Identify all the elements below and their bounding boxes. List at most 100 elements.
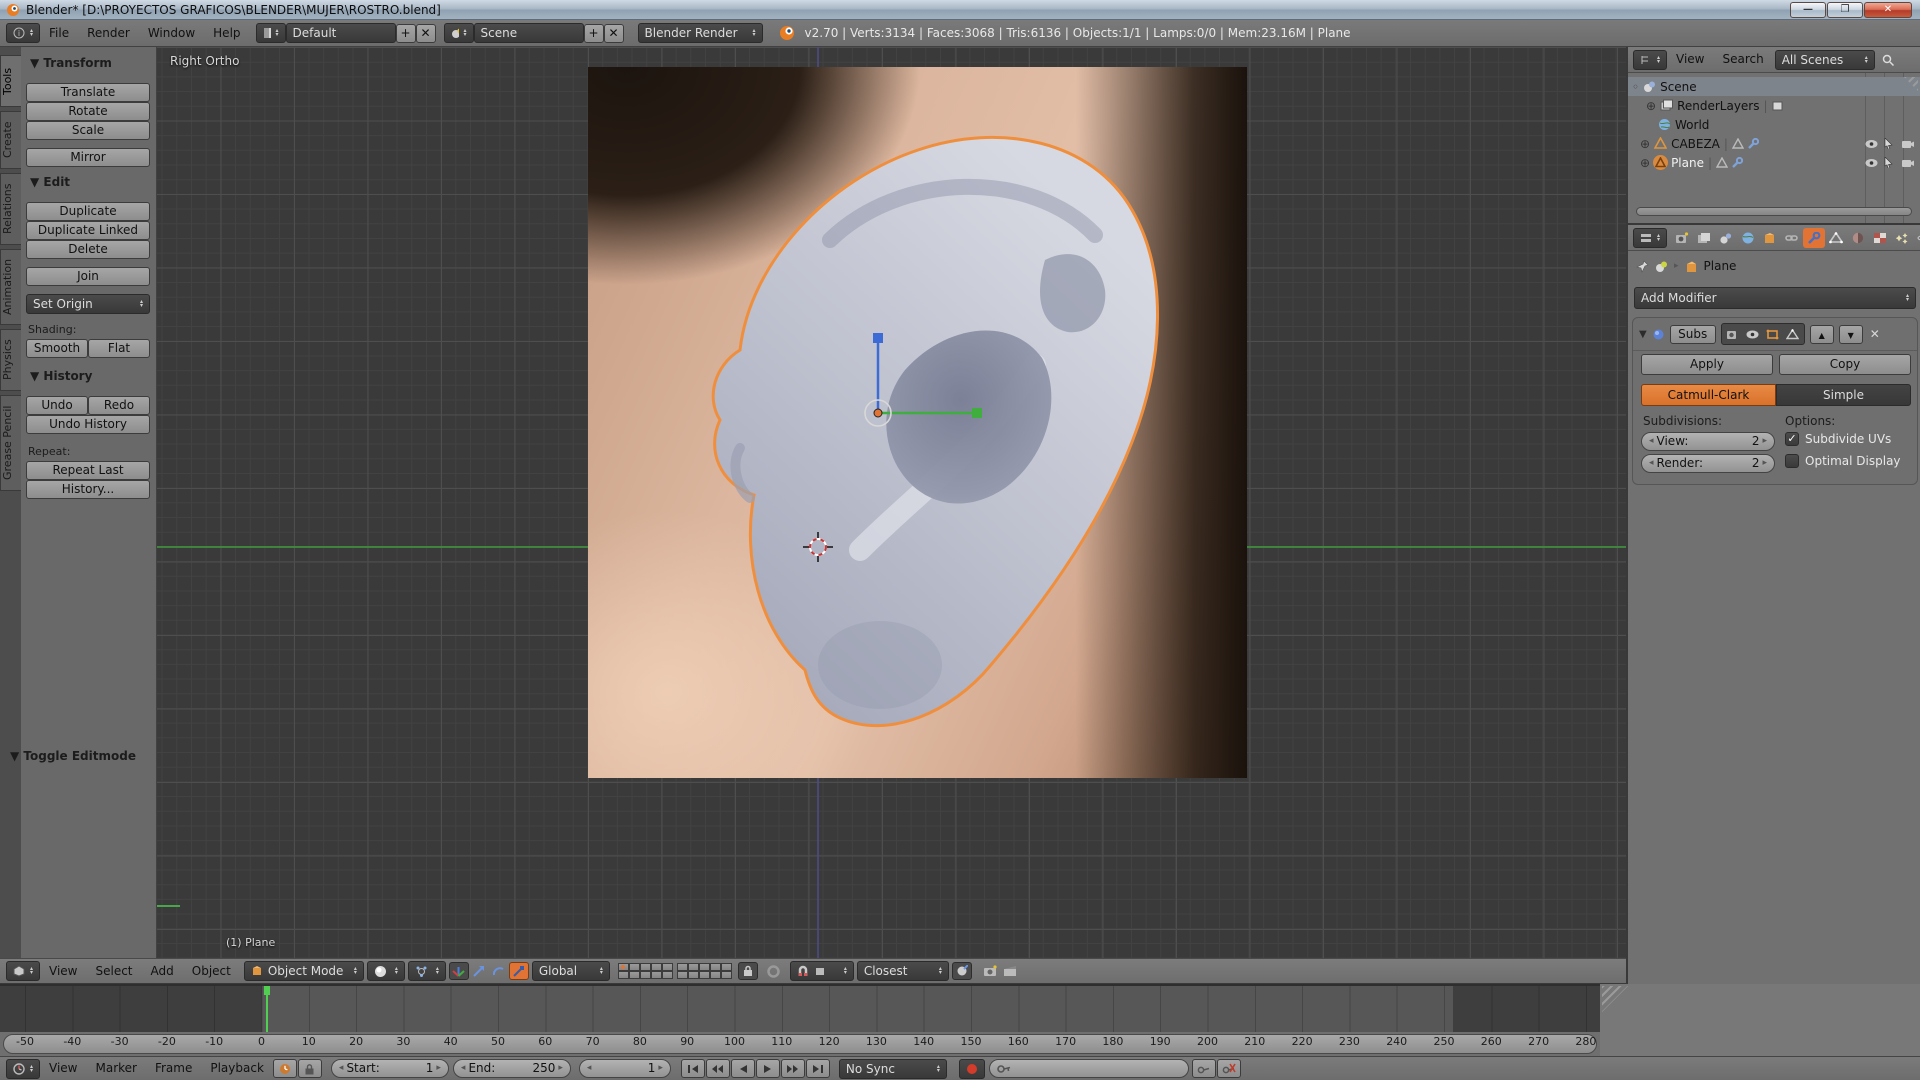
vp-menu-add[interactable]: Add xyxy=(142,959,183,984)
title-bar[interactable]: Blender* [D:\PROYECTOS GRAFICOS\BLENDER\… xyxy=(0,0,1920,20)
duplicate-linked-button[interactable]: Duplicate Linked xyxy=(26,221,150,240)
vp-menu-view[interactable]: View xyxy=(40,959,86,984)
layer-toggle[interactable] xyxy=(640,971,651,979)
lock-to-scene-button[interactable] xyxy=(738,962,758,980)
use-preview-range-button[interactable] xyxy=(273,1059,297,1078)
modifier-render-toggle[interactable] xyxy=(1723,325,1743,343)
manipulator-scale-button[interactable] xyxy=(509,962,529,980)
undo-history-button[interactable]: Undo History xyxy=(26,415,150,434)
copy-button[interactable]: Copy xyxy=(1779,354,1911,375)
tl-menu-view[interactable]: View xyxy=(40,1056,86,1080)
render-subdivisions-field[interactable]: ◂Render: 2▸ xyxy=(1641,454,1775,473)
panel-header-edit[interactable]: ▼ Edit xyxy=(30,175,70,189)
undo-button[interactable]: Undo xyxy=(26,396,88,415)
tab-animation[interactable]: Animation xyxy=(0,249,21,325)
tab-physics[interactable] xyxy=(1913,228,1920,248)
outliner-row-renderlayers[interactable]: ⊕ RenderLayers | xyxy=(1628,96,1920,115)
tab-grease-pencil[interactable]: Grease Pencil xyxy=(0,395,21,491)
proportional-edit-button[interactable] xyxy=(764,962,784,980)
layer-toggle[interactable] xyxy=(618,963,629,971)
set-origin-menu[interactable]: Set Origin▴▾ xyxy=(26,294,150,314)
delete-layout-button[interactable]: ✕ xyxy=(416,24,436,43)
modifier-move-up-button[interactable]: ▲ xyxy=(1810,325,1834,344)
optimal-display-row[interactable]: Optimal Display xyxy=(1785,454,1901,468)
outliner-filter-select[interactable]: All Scenes▴▾ xyxy=(1775,50,1875,70)
modifier-name-field[interactable]: Subs xyxy=(1670,325,1716,344)
tl-menu-playback[interactable]: Playback xyxy=(201,1056,273,1080)
ear-mesh-object[interactable] xyxy=(690,110,1210,800)
panel-header-history[interactable]: ▼ History xyxy=(30,369,92,383)
editor-type-button-outliner[interactable]: ▴▾ xyxy=(1633,50,1667,70)
outliner-row-cabeza[interactable]: ⊕ CABEZA | xyxy=(1628,134,1920,153)
layer-toggle[interactable] xyxy=(629,971,640,979)
layer-toggle[interactable] xyxy=(677,963,688,971)
menu-file[interactable]: File xyxy=(40,21,78,46)
timeline-canvas[interactable] xyxy=(0,984,1600,1032)
tab-texture[interactable] xyxy=(1869,228,1891,248)
layer-toggle[interactable] xyxy=(688,963,699,971)
tab-material[interactable] xyxy=(1847,228,1869,248)
optimal-display-checkbox[interactable] xyxy=(1785,454,1799,468)
pivot-point-select[interactable]: ▴▾ xyxy=(408,961,446,981)
simple-button[interactable]: Simple xyxy=(1776,384,1911,406)
selectability-cursor-icon[interactable] xyxy=(1884,157,1894,168)
tab-render[interactable] xyxy=(1671,228,1693,248)
catmull-clark-button[interactable]: Catmull-Clark xyxy=(1641,384,1776,406)
operator-panel-header[interactable]: ▼ Toggle Editmode xyxy=(10,749,136,763)
menu-help[interactable]: Help xyxy=(204,21,249,46)
layers-widget[interactable] xyxy=(618,963,732,979)
layer-toggle[interactable] xyxy=(662,963,673,971)
apply-button[interactable]: Apply xyxy=(1641,354,1773,375)
tab-render-layers[interactable] xyxy=(1693,228,1715,248)
collapse-icon[interactable]: ◦ xyxy=(1632,80,1639,94)
renderability-camera-icon[interactable] xyxy=(1902,139,1914,149)
manipulator-z-handle[interactable] xyxy=(873,333,883,343)
jump-to-start-button[interactable] xyxy=(681,1059,705,1078)
timeline-playhead-cap[interactable] xyxy=(264,986,270,995)
layer-toggle[interactable] xyxy=(640,963,651,971)
play-reverse-button[interactable] xyxy=(731,1059,755,1078)
expand-icon[interactable]: ⊕ xyxy=(1646,99,1656,113)
vp-menu-object[interactable]: Object xyxy=(183,959,240,984)
manipulator-y-handle[interactable] xyxy=(972,408,982,418)
delete-button[interactable]: Delete xyxy=(26,240,150,259)
translate-manipulator[interactable] xyxy=(856,325,986,435)
outliner-menu-search[interactable]: Search xyxy=(1713,47,1772,72)
prev-keyframe-button[interactable] xyxy=(706,1059,730,1078)
viewport-shading-select[interactable]: ▴▾ xyxy=(367,961,405,981)
maximize-button[interactable]: ❐ xyxy=(1827,2,1863,18)
editor-type-button-properties[interactable]: ▴▾ xyxy=(1633,228,1667,248)
tab-physics[interactable]: Physics xyxy=(0,329,21,391)
layer-toggle[interactable] xyxy=(721,963,732,971)
modifier-delete-icon[interactable]: ✕ xyxy=(1870,327,1880,341)
menu-render[interactable]: Render xyxy=(78,21,139,46)
layer-toggle[interactable] xyxy=(651,963,662,971)
scene-context-icon[interactable] xyxy=(1655,260,1668,273)
tab-tools[interactable]: Tools xyxy=(0,55,21,107)
play-button[interactable] xyxy=(756,1059,780,1078)
redo-button[interactable]: Redo xyxy=(88,396,150,415)
keying-set-field[interactable] xyxy=(989,1059,1189,1078)
menu-window[interactable]: Window xyxy=(139,21,204,46)
editor-type-button-timeline[interactable]: ▴▾ xyxy=(6,1059,40,1079)
visibility-eye-icon[interactable] xyxy=(1865,139,1878,149)
collapse-arrow-icon[interactable]: ▼ xyxy=(1639,329,1647,340)
vp-menu-select[interactable]: Select xyxy=(86,959,141,984)
repeat-history-button[interactable]: History... xyxy=(26,480,150,499)
object-context-icon[interactable] xyxy=(1685,260,1698,273)
manipulator-toggle-button[interactable] xyxy=(449,962,469,980)
layer-toggle[interactable] xyxy=(688,971,699,979)
smooth-button[interactable]: Smooth xyxy=(26,339,88,358)
insert-keyframe-button[interactable] xyxy=(1192,1059,1216,1078)
delete-scene-button[interactable]: ✕ xyxy=(604,24,624,43)
subdivide-uvs-checkbox[interactable]: ✓ xyxy=(1785,432,1799,446)
outliner-row-world[interactable]: World xyxy=(1628,115,1920,134)
tab-scene[interactable] xyxy=(1715,228,1737,248)
transform-orientation-select[interactable]: Global▴▾ xyxy=(532,961,610,981)
lock-frame-range-button[interactable] xyxy=(298,1059,322,1078)
scene-name[interactable]: Scene xyxy=(474,23,584,43)
layer-toggle[interactable] xyxy=(618,971,629,979)
minimize-button[interactable]: — xyxy=(1790,2,1826,18)
layer-toggle[interactable] xyxy=(710,963,721,971)
tab-relations[interactable]: Relations xyxy=(0,173,21,245)
